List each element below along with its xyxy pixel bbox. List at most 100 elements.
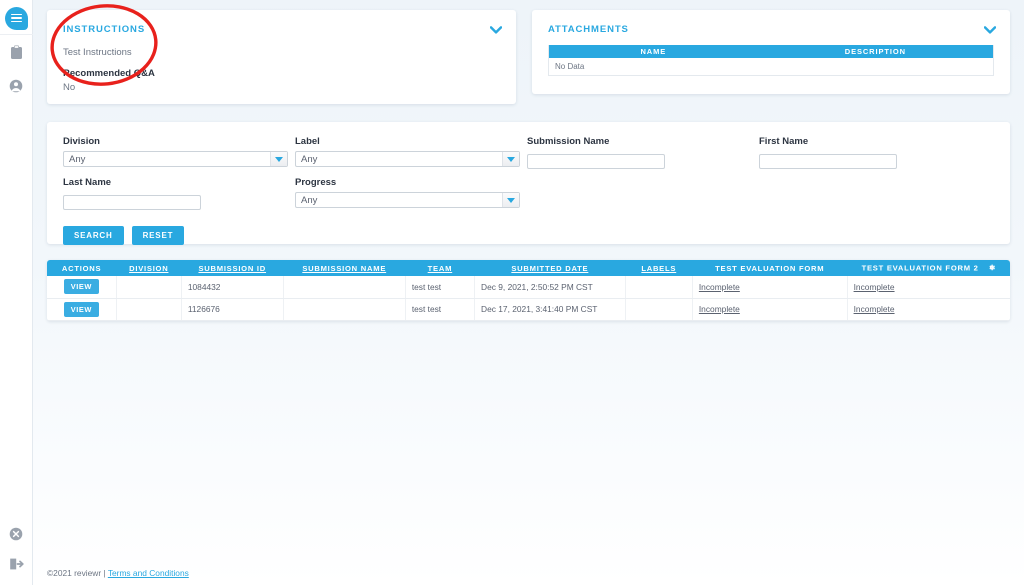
column-header-submission-name[interactable]: SUBMISSION NAME — [283, 260, 406, 276]
field-submission-name: Submission Name — [527, 136, 759, 169]
table-row[interactable]: VIEW 1084432 test test Dec 9, 2021, 2:50… — [47, 276, 1010, 299]
attachments-panel: ATTACHMENTS NAME DESCRIPTION No Data — [532, 10, 1010, 94]
field-division: Division Any — [63, 136, 295, 169]
column-header-submission-id[interactable]: SUBMISSION ID — [181, 260, 284, 276]
page-content: INSTRUCTIONS Test Instructions Recommend… — [33, 0, 1024, 585]
field-label-submission-name: Submission Name — [527, 136, 610, 147]
row-actions: VIEW — [47, 276, 117, 299]
filters-grid: Division Any Label Any Submission Name F… — [63, 136, 994, 210]
column-header-division[interactable]: DIVISION — [116, 260, 182, 276]
column-header-description: DESCRIPTION — [844, 47, 906, 56]
top-panels-row: INSTRUCTIONS Test Instructions Recommend… — [47, 10, 1010, 104]
division-select-value: Any — [69, 153, 86, 165]
chevron-down-icon — [270, 152, 287, 166]
cell-submission-id: 1126676 — [181, 298, 284, 321]
cell-form1: Incomplete — [692, 276, 848, 299]
chat-bubble-logo-icon — [4, 6, 28, 30]
recommended-qa-heading: Recommended Q&A — [63, 68, 155, 79]
cell-division — [116, 298, 182, 321]
form2-status-link[interactable]: Incomplete — [854, 304, 895, 314]
submissions-table-body: VIEW 1084432 test test Dec 9, 2021, 2:50… — [47, 276, 1010, 321]
cell-submitted-date: Dec 9, 2021, 2:50:52 PM CST — [474, 276, 626, 299]
cell-labels — [625, 276, 693, 299]
field-progress: Progress Any — [295, 177, 527, 210]
footer-copyright: ©2021 reviewr | — [47, 568, 106, 578]
filter-grid-empty-a — [527, 177, 759, 210]
logout-icon — [9, 558, 24, 570]
label-select[interactable]: Any — [295, 151, 520, 167]
table-header-row: ACTIONS DIVISION SUBMISSION ID SUBMISSIO… — [47, 260, 1010, 276]
cell-submission-id: 1084432 — [181, 276, 284, 299]
submissions-table: ACTIONS DIVISION SUBMISSION ID SUBMISSIO… — [47, 260, 1010, 321]
footer: ©2021 reviewr | Terms and Conditions — [47, 568, 189, 578]
attachments-title: ATTACHMENTS — [548, 24, 629, 35]
column-header-submitted-date[interactable]: SUBMITTED DATE — [474, 260, 626, 276]
field-label: Label Any — [295, 136, 527, 169]
clipboard-icon — [10, 45, 22, 59]
field-label-division: Division — [63, 136, 100, 147]
instructions-panel: INSTRUCTIONS Test Instructions Recommend… — [47, 10, 516, 104]
cell-submission-name — [283, 298, 406, 321]
left-sidebar — [0, 0, 33, 585]
sidebar-item-profile[interactable] — [0, 69, 33, 103]
chevron-down-icon — [502, 152, 519, 166]
division-select[interactable]: Any — [63, 151, 288, 167]
filters-card: Division Any Label Any Submission Name F… — [47, 122, 1010, 245]
field-label-progress: Progress — [295, 177, 337, 188]
column-header-actions: ACTIONS — [47, 260, 117, 276]
cell-labels — [625, 298, 693, 321]
field-first-name: First Name — [759, 136, 994, 169]
close-circle-icon — [9, 527, 23, 541]
column-header-team[interactable]: TEAM — [405, 260, 475, 276]
field-label-first-name: First Name — [759, 136, 809, 147]
cell-submission-name — [283, 276, 406, 299]
view-button[interactable]: VIEW — [63, 279, 99, 295]
instructions-body: Test Instructions — [63, 47, 132, 58]
progress-select[interactable]: Any — [295, 192, 520, 208]
cell-team: test test — [405, 298, 476, 321]
label-select-value: Any — [301, 153, 318, 165]
submission-name-input[interactable] — [527, 153, 665, 169]
column-header-labels[interactable]: LABELS — [625, 260, 693, 276]
chevron-down-icon[interactable] — [983, 22, 997, 38]
sidebar-item-logout[interactable] — [0, 551, 33, 585]
submissions-table-card: ACTIONS DIVISION SUBMISSION ID SUBMISSIO… — [47, 260, 1010, 321]
view-button[interactable]: VIEW — [63, 301, 99, 317]
app-root: INSTRUCTIONS Test Instructions Recommend… — [0, 0, 1024, 585]
column-header-test-evaluation-form-2: TEST EVALUATION FORM 2 — [847, 260, 1010, 276]
column-header-test-evaluation-form: TEST EVALUATION FORM — [692, 260, 848, 276]
app-logo[interactable] — [0, 2, 33, 35]
chevron-down-icon — [502, 193, 519, 207]
first-name-input[interactable] — [759, 153, 897, 169]
attachments-table: NAME DESCRIPTION No Data — [548, 45, 994, 76]
column-header-name: NAME — [640, 47, 667, 56]
sidebar-item-clipboard[interactable] — [0, 35, 33, 69]
user-circle-icon — [9, 79, 23, 93]
cell-team: test test — [405, 276, 476, 299]
sidebar-item-close[interactable] — [0, 517, 33, 551]
field-label-label: Label — [295, 136, 320, 147]
table-row[interactable]: VIEW 1126676 test test Dec 17, 2021, 3:4… — [47, 298, 1010, 321]
row-actions: VIEW — [47, 298, 117, 321]
cell-form2: Incomplete — [847, 276, 1010, 299]
form1-status-link[interactable]: Incomplete — [699, 304, 740, 314]
filter-buttons: SEARCH RESET — [63, 226, 994, 245]
cell-submitted-date: Dec 17, 2021, 3:41:40 PM CST — [474, 298, 626, 321]
chevron-down-icon[interactable] — [489, 22, 503, 38]
form2-status-link[interactable]: Incomplete — [854, 282, 895, 292]
progress-select-value: Any — [301, 194, 318, 206]
search-button[interactable]: SEARCH — [63, 226, 124, 245]
terms-and-conditions-link[interactable]: Terms and Conditions — [108, 568, 189, 578]
form1-status-link[interactable]: Incomplete — [699, 282, 740, 292]
last-name-input[interactable] — [63, 194, 201, 210]
submissions-table-header: ACTIONS DIVISION SUBMISSION ID SUBMISSIO… — [47, 260, 1010, 276]
cell-division — [116, 276, 182, 299]
cell-form1: Incomplete — [692, 298, 848, 321]
field-last-name: Last Name — [63, 177, 295, 210]
gear-icon[interactable] — [987, 263, 996, 274]
attachments-empty-row: No Data — [549, 58, 993, 75]
recommended-qa-value: No — [63, 82, 76, 93]
reset-button[interactable]: RESET — [131, 226, 185, 245]
instructions-title: INSTRUCTIONS — [63, 24, 146, 35]
filter-grid-empty-b — [759, 177, 994, 210]
